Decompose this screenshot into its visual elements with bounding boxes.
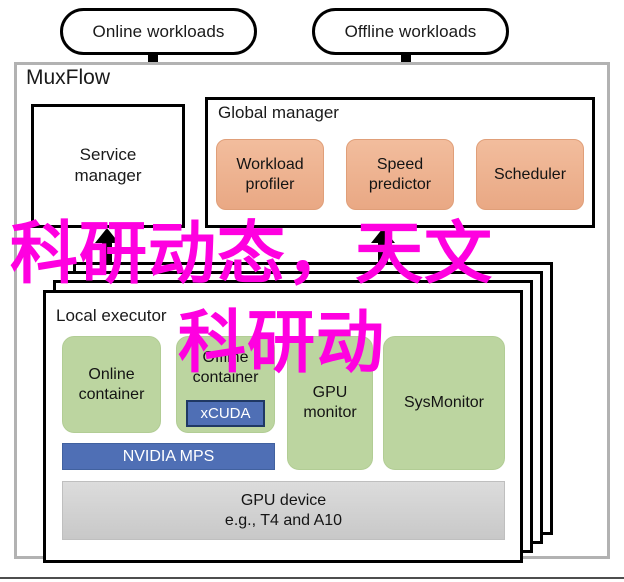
container-sysmonitor-line1: SysMonitor [403, 394, 485, 412]
container-gpu-monitor[interactable]: GPU monitor [287, 336, 373, 470]
arrow-local-executor-up [371, 228, 395, 263]
container-offline-label: Offline container [176, 344, 275, 392]
arrow-service-manager-up [95, 228, 119, 263]
muxflow-title: MuxFlow [26, 66, 111, 89]
node-offline-workloads-label: Offline workloads [344, 21, 477, 41]
diagram-canvas: Online workloads Offline workloads MuxFl… [0, 0, 624, 582]
container-offline-line1: Offline [202, 349, 249, 367]
container-online-line2: container [78, 385, 145, 403]
bar-gpu-device: GPU device e.g., T4 and A10 [62, 481, 505, 540]
module-speed-predictor-line1: Speed [376, 155, 424, 173]
service-manager-label-line2: manager [74, 166, 142, 185]
container-offline-line2: container [192, 369, 259, 386]
module-scheduler[interactable]: Scheduler [476, 139, 584, 210]
container-gpu-monitor-line2: monitor [303, 404, 357, 421]
module-speed-predictor[interactable]: Speed predictor [346, 139, 454, 210]
global-manager-title: Global manager [218, 103, 339, 122]
bar-nvidia-mps-label: NVIDIA MPS [122, 447, 215, 465]
bar-gpu-device-line1: GPU device [240, 491, 327, 509]
service-manager-label: Service manager [31, 104, 185, 228]
module-workload-profiler-line1: Workload [236, 155, 304, 173]
bar-gpu-device-line2: e.g., T4 and A10 [224, 511, 343, 529]
chip-xcuda[interactable]: xCUDA [186, 400, 265, 427]
module-scheduler-line1: Scheduler [493, 165, 567, 183]
module-speed-predictor-line2: predictor [368, 175, 432, 193]
chip-xcuda-label: xCUDA [200, 405, 251, 422]
bottom-divider [0, 577, 624, 579]
module-workload-profiler[interactable]: Workload profiler [216, 139, 324, 210]
node-offline-workloads[interactable]: Offline workloads [312, 8, 509, 55]
container-online[interactable]: Online container [62, 336, 161, 433]
service-manager-label-line1: Service [79, 145, 137, 165]
node-online-workloads[interactable]: Online workloads [60, 8, 257, 55]
local-executor-title: Local executor [56, 306, 167, 325]
container-sysmonitor[interactable]: SysMonitor [383, 336, 505, 470]
container-gpu-monitor-line1: GPU [312, 384, 348, 402]
module-workload-profiler-line2: profiler [245, 175, 295, 193]
bar-nvidia-mps[interactable]: NVIDIA MPS [62, 443, 275, 470]
container-online-line1: Online [88, 365, 135, 383]
node-online-workloads-label: Online workloads [92, 21, 225, 41]
